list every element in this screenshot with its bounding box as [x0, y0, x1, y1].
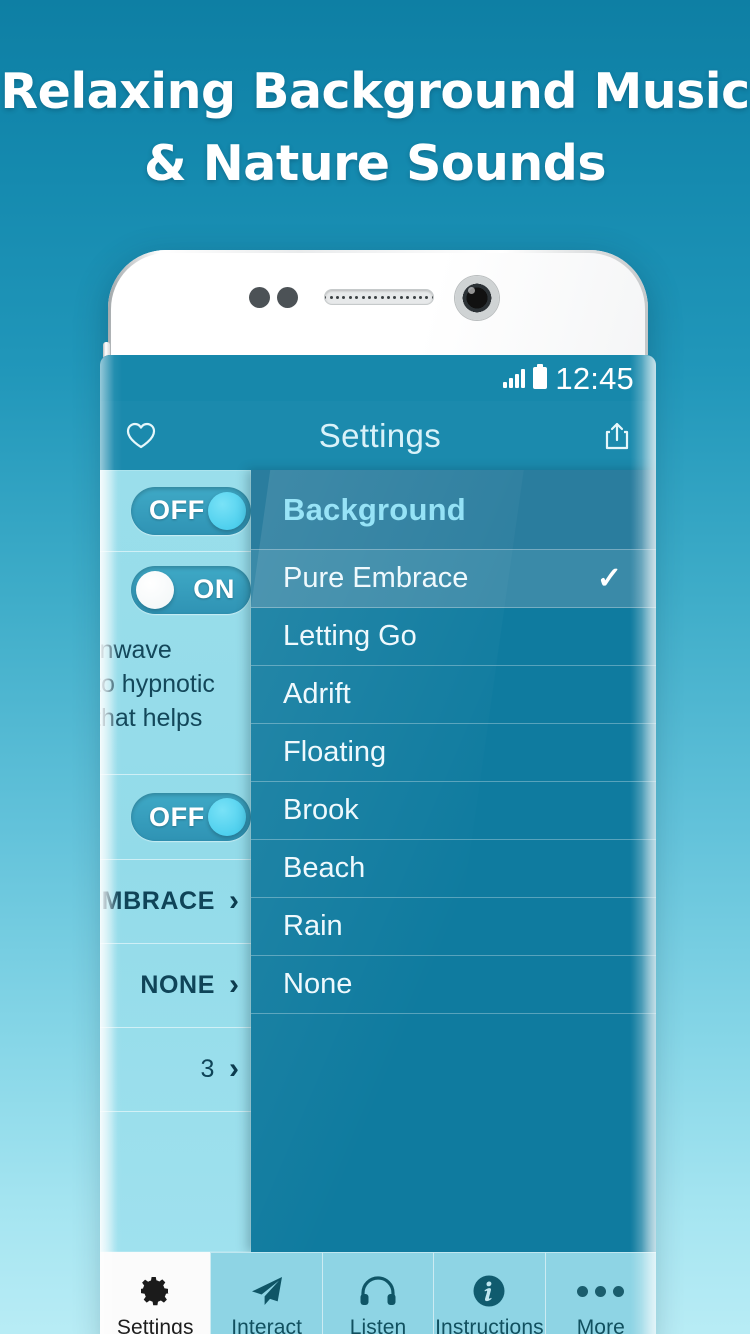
- count-value-label: 3: [200, 1055, 215, 1083]
- settings-row-none-value[interactable]: NONE ›: [100, 944, 251, 1028]
- earpiece-speaker-icon: [324, 289, 434, 305]
- settings-row-background-value[interactable]: MBRACE ›: [100, 860, 251, 944]
- phone-mockup: 12:45 Settings OFF ON inwave to hypnotic…: [100, 250, 656, 1334]
- three-dots-icon: [577, 1273, 625, 1309]
- tab-instructions[interactable]: Instructions: [433, 1252, 545, 1334]
- signal-bars-icon: [503, 368, 526, 388]
- tab-label: Instructions: [435, 1316, 544, 1334]
- settings-row-toggle-2[interactable]: ON: [100, 552, 251, 627]
- status-bar-clock: 12:45: [555, 360, 634, 396]
- gear-icon: [138, 1273, 172, 1309]
- none-value-label: NONE: [140, 971, 215, 999]
- checkmark-icon: ✓: [596, 562, 622, 595]
- toggle-switch-2[interactable]: ON: [131, 565, 251, 614]
- list-item-label: Pure Embrace: [283, 562, 469, 594]
- phone-screen: 12:45 Settings OFF ON inwave to hypnotic…: [100, 355, 656, 1334]
- promo-headline: Relaxing Background Music & Nature Sound…: [0, 56, 750, 200]
- page-title: Settings: [318, 416, 442, 454]
- description-line-2: to hypnotic: [100, 670, 215, 698]
- settings-row-count-value[interactable]: 3 ›: [100, 1028, 251, 1112]
- tab-listen[interactable]: Listen: [321, 1252, 434, 1334]
- tab-interact[interactable]: Interact: [210, 1252, 322, 1334]
- list-item[interactable]: None: [251, 956, 656, 1014]
- toggle-1-state-label: OFF: [149, 495, 205, 525]
- background-section-header: Background: [251, 470, 656, 550]
- toggle-3-knob: [208, 798, 246, 836]
- headphones-icon: [359, 1273, 397, 1309]
- chevron-right-icon: ›: [229, 883, 239, 917]
- tab-settings[interactable]: Settings: [100, 1252, 211, 1334]
- list-item[interactable]: Pure Embrace ✓: [251, 550, 656, 608]
- app-navigation-bar: Settings: [100, 401, 656, 470]
- settings-content: OFF ON inwave to hypnotic that helps OFF…: [100, 470, 656, 1252]
- settings-left-panel: OFF ON inwave to hypnotic that helps OFF…: [100, 470, 251, 1252]
- background-selection-panel: Background Pure Embrace ✓ Letting Go Adr…: [251, 470, 656, 1252]
- toggle-switch-3[interactable]: OFF: [131, 793, 251, 841]
- settings-row-toggle-3[interactable]: OFF: [100, 775, 251, 860]
- headline-line-1: Relaxing Background Music: [0, 63, 750, 120]
- settings-row-description: inwave to hypnotic that helps: [100, 627, 251, 775]
- battery-full-icon: [533, 364, 548, 389]
- list-item[interactable]: Floating: [251, 724, 656, 782]
- description-text: inwave to hypnotic that helps: [100, 627, 251, 735]
- front-camera-icon: [455, 276, 499, 320]
- heart-icon[interactable]: [126, 422, 156, 449]
- headline-line-2: & Nature Sounds: [143, 135, 607, 192]
- list-item-label: Beach: [283, 852, 366, 884]
- list-item[interactable]: Beach: [251, 840, 656, 898]
- info-circle-icon: [472, 1273, 506, 1309]
- list-item-label: Floating: [283, 736, 387, 768]
- chevron-right-icon: ›: [229, 967, 239, 1001]
- toggle-2-state-label: ON: [193, 574, 235, 604]
- status-bar: 12:45: [100, 355, 656, 401]
- proximity-sensor-icon: [249, 287, 270, 308]
- list-item[interactable]: Adrift: [251, 666, 656, 724]
- paper-plane-icon: [250, 1273, 284, 1309]
- list-item[interactable]: Letting Go: [251, 608, 656, 666]
- chevron-right-icon: ›: [229, 1051, 239, 1085]
- toggle-3-state-label: OFF: [149, 801, 205, 832]
- bottom-tab-bar: Settings Interact Listen Instructions Mo…: [100, 1252, 656, 1334]
- light-sensor-icon: [277, 287, 298, 308]
- tab-label: Interact: [231, 1316, 303, 1334]
- list-item[interactable]: Rain: [251, 898, 656, 956]
- settings-row-toggle-1[interactable]: OFF: [100, 470, 251, 552]
- list-item-label: Rain: [283, 910, 343, 942]
- list-item-label: Brook: [283, 794, 359, 826]
- tab-label: Settings: [116, 1316, 194, 1334]
- toggle-1-knob: [208, 491, 246, 530]
- toggle-2-knob: [136, 570, 174, 609]
- description-line-1: inwave: [100, 636, 172, 664]
- background-value-label: MBRACE: [101, 887, 215, 915]
- list-item-label: Letting Go: [283, 620, 417, 652]
- list-item-label: None: [283, 968, 353, 1000]
- tab-label: More: [576, 1316, 625, 1334]
- tab-label: Listen: [349, 1316, 407, 1334]
- share-icon[interactable]: [604, 421, 630, 451]
- list-item-label: Adrift: [283, 678, 351, 710]
- tab-more[interactable]: More: [544, 1252, 656, 1334]
- list-item[interactable]: Brook: [251, 782, 656, 840]
- toggle-switch-1[interactable]: OFF: [131, 486, 251, 535]
- description-line-3: that helps: [100, 704, 203, 732]
